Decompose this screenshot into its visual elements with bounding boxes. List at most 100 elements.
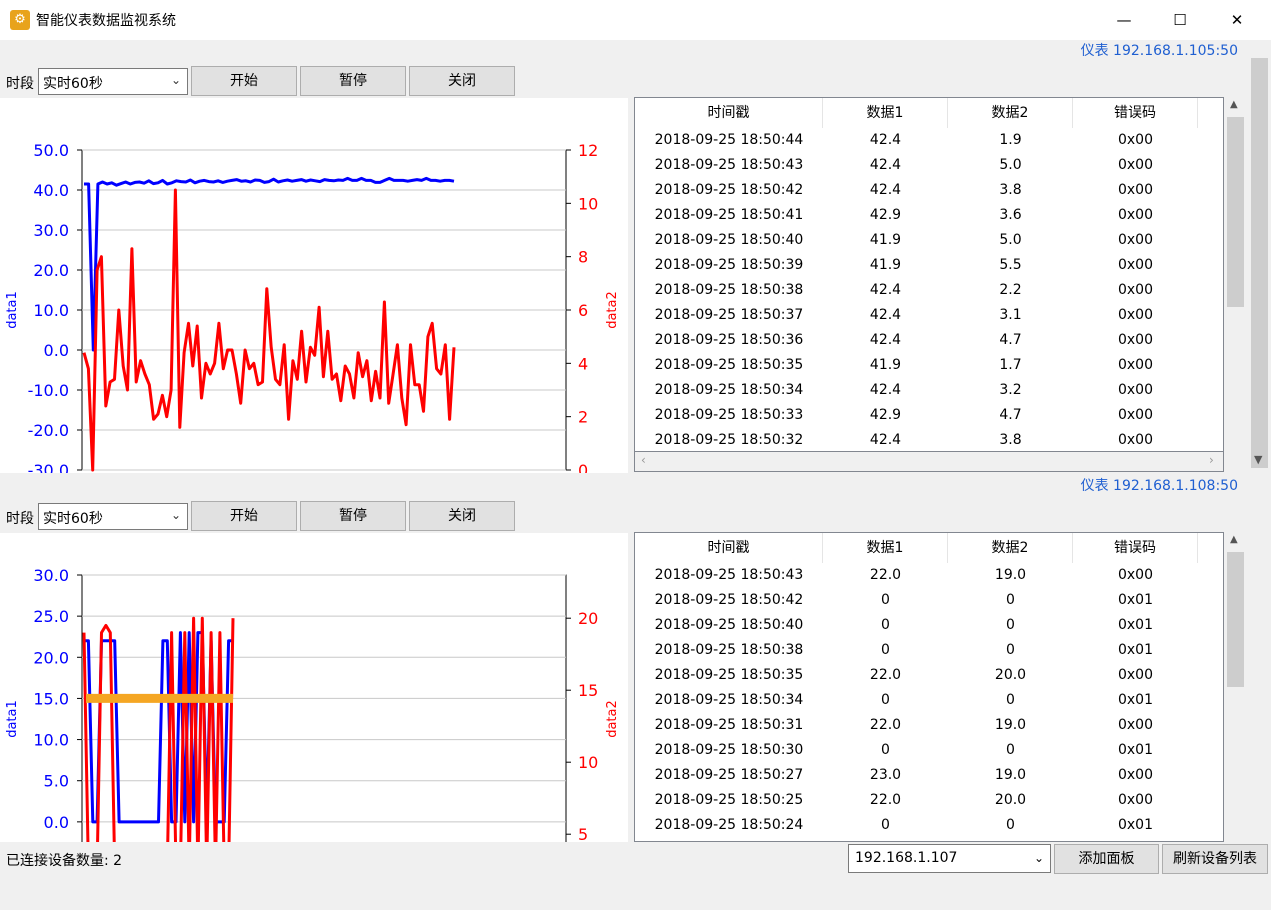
y-tick-label: 30.0 xyxy=(33,221,69,240)
period-value: 实时60秒 xyxy=(43,76,103,92)
table-row[interactable]: 2018-09-25 18:50:30 0 0 0x01 xyxy=(635,738,1223,763)
table-row[interactable]: 2018-09-25 18:50:39 41.9 5.5 0x00 xyxy=(635,253,1223,278)
column-header[interactable]: 数据2 xyxy=(948,98,1073,128)
table-cell: 3.6 xyxy=(999,207,1022,223)
table-cell: 42.4 xyxy=(869,432,902,448)
y-tick-label: 20.0 xyxy=(33,261,69,280)
table-row[interactable]: 2018-09-25 18:50:40 0 0 0x01 xyxy=(635,613,1223,638)
table-cell: 2018-09-25 18:50:34 xyxy=(654,692,804,708)
table-cell: 0x00 xyxy=(1117,667,1153,683)
table-cell: 0 xyxy=(881,642,890,658)
scrollbar-thumb[interactable] xyxy=(1251,58,1268,468)
pause-button[interactable]: 暂停 xyxy=(300,66,406,96)
table-cell: 22.0 xyxy=(869,717,902,733)
table-cell: 1.7 xyxy=(999,357,1022,373)
table-row[interactable]: 2018-09-25 18:50:43 22.0 19.0 0x00 xyxy=(635,563,1223,588)
table-cell: 0 xyxy=(1006,817,1015,833)
column-header[interactable]: 数据1 xyxy=(823,533,948,563)
column-header[interactable]: 错误码 xyxy=(1073,98,1198,128)
chevron-down-icon: ⌄ xyxy=(1033,851,1044,865)
chevron-up-icon[interactable]: ▲ xyxy=(1230,534,1238,545)
close-panel-button[interactable]: 关闭 xyxy=(409,501,515,531)
table-row[interactable]: 2018-09-25 18:50:44 42.4 1.9 0x00 xyxy=(635,128,1223,153)
table-row[interactable]: 2018-09-25 18:50:25 22.0 20.0 0x00 xyxy=(635,788,1223,813)
table-cell: 3.2 xyxy=(999,382,1022,398)
close-panel-button[interactable]: 关闭 xyxy=(409,66,515,96)
device-ip-select[interactable]: 192.168.1.107 ⌄ xyxy=(848,844,1051,873)
table-cell: 0 xyxy=(1006,642,1015,658)
table-row[interactable]: 2018-09-25 18:50:38 0 0 0x01 xyxy=(635,638,1223,663)
table-cell: 2018-09-25 18:50:42 xyxy=(654,182,804,198)
table-row[interactable]: 2018-09-25 18:50:34 0 0 0x01 xyxy=(635,688,1223,713)
period-select[interactable]: 实时60秒 ⌄ xyxy=(38,503,188,530)
y-tick-label: 0.0 xyxy=(44,341,69,360)
horizontal-scrollbar[interactable]: ‹ › xyxy=(634,452,1224,472)
table-row[interactable]: 2018-09-25 18:50:37 42.4 3.1 0x00 xyxy=(635,303,1223,328)
table-row[interactable]: 2018-09-25 18:50:38 42.4 2.2 0x00 xyxy=(635,278,1223,303)
connected-count: 已连接设备数量: 2 xyxy=(6,853,123,869)
column-header[interactable]: 时间戳 xyxy=(635,533,823,563)
table-row[interactable]: 2018-09-25 18:50:35 22.0 20.0 0x00 xyxy=(635,663,1223,688)
table-cell: 2018-09-25 18:50:32 xyxy=(654,432,804,448)
start-button[interactable]: 开始 xyxy=(191,66,297,96)
table-cell: 2018-09-25 18:50:42 xyxy=(654,592,804,608)
column-header[interactable]: 数据2 xyxy=(948,533,1073,563)
chart-area: 50.0 40.0 30.0 20.0 10.0 0.0 -10.0 -20.0 -30.0 12… xyxy=(0,98,628,473)
table-row[interactable]: 2018-09-25 18:50:42 42.4 3.8 0x00 xyxy=(635,178,1223,203)
table-cell: 20.0 xyxy=(994,792,1027,808)
table-cell: 0x00 xyxy=(1117,257,1153,273)
table-cell: 23.0 xyxy=(869,767,902,783)
maximize-button[interactable]: ☐ xyxy=(1157,0,1203,40)
scrollbar-thumb[interactable] xyxy=(1227,552,1244,687)
chevron-up-icon[interactable]: ▲ xyxy=(1230,99,1238,110)
chevron-left-icon[interactable]: ‹ xyxy=(641,453,646,467)
data-table[interactable]: 时间戳 数据1 数据2 错误码 2018-09-25 18:50:43 22.0 19.0 0… xyxy=(634,532,1224,842)
table-cell: 0x00 xyxy=(1117,792,1153,808)
start-button[interactable]: 开始 xyxy=(191,501,297,531)
table-row[interactable]: 2018-09-25 18:50:24 0 0 0x01 xyxy=(635,813,1223,838)
table-row[interactable]: 2018-09-25 18:50:31 22.0 19.0 0x00 xyxy=(635,713,1223,738)
y-tick-label: 10.0 xyxy=(33,731,69,750)
table-cell: 2018-09-25 18:50:33 xyxy=(654,407,804,423)
table-row[interactable]: 2018-09-25 18:50:33 42.9 4.7 0x00 xyxy=(635,403,1223,428)
chevron-right-icon[interactable]: › xyxy=(1209,453,1214,467)
data-table[interactable]: 时间戳 数据1 数据2 错误码 2018-09-25 18:50:44 42.4 1.9 0x… xyxy=(634,97,1224,452)
table-cell: 0x00 xyxy=(1117,332,1153,348)
table-row[interactable]: 2018-09-25 18:50:43 42.4 5.0 0x00 xyxy=(635,153,1223,178)
table-cell: 42.4 xyxy=(869,332,902,348)
chevron-down-icon[interactable]: ▼ xyxy=(1254,453,1262,466)
table-cell: 42.4 xyxy=(869,282,902,298)
scrollbar-thumb[interactable] xyxy=(1227,117,1244,307)
add-panel-button[interactable]: 添加面板 xyxy=(1054,844,1159,874)
table-vertical-scrollbar[interactable]: ▲ xyxy=(1224,532,1247,842)
y-tick-label: 15.0 xyxy=(33,689,69,708)
table-cell: 4.7 xyxy=(999,332,1022,348)
table-row[interactable]: 2018-09-25 18:50:40 41.9 5.0 0x00 xyxy=(635,228,1223,253)
y-tick-label: 10.0 xyxy=(33,301,69,320)
column-header[interactable]: 数据1 xyxy=(823,98,948,128)
y2-tick-label: 15 xyxy=(578,681,598,700)
column-header[interactable]: 错误码 xyxy=(1073,533,1198,563)
table-row[interactable]: 2018-09-25 18:50:41 42.9 3.6 0x00 xyxy=(635,203,1223,228)
table-row[interactable]: 2018-09-25 18:50:32 42.4 3.8 0x00 xyxy=(635,428,1223,451)
pause-button[interactable]: 暂停 xyxy=(300,501,406,531)
status-bar: 已连接设备数量: 2 192.168.1.107 ⌄ 添加面板 刷新设备列表 xyxy=(0,842,1271,876)
column-header[interactable]: 时间戳 xyxy=(635,98,823,128)
table-row[interactable]: 2018-09-25 18:50:36 42.4 4.7 0x00 xyxy=(635,328,1223,353)
line-chart: 50.0 40.0 30.0 20.0 10.0 0.0 -10.0 -20.0 -30.0 12… xyxy=(5,141,620,473)
table-vertical-scrollbar[interactable]: ▲ xyxy=(1224,97,1247,452)
table-row[interactable]: 2018-09-25 18:50:27 23.0 19.0 0x00 xyxy=(635,763,1223,788)
table-cell: 41.9 xyxy=(869,357,902,373)
table-row[interactable]: 2018-09-25 18:50:35 41.9 1.7 0x00 xyxy=(635,353,1223,378)
vertical-scrollbar[interactable]: ▲ ▼ xyxy=(1248,40,1271,842)
period-select[interactable]: 实时60秒 ⌄ xyxy=(38,68,188,95)
refresh-device-list-button[interactable]: 刷新设备列表 xyxy=(1162,844,1268,874)
table-row[interactable]: 2018-09-25 18:50:42 0 0 0x01 xyxy=(635,588,1223,613)
y2-tick-label: 20 xyxy=(578,609,598,628)
table-row[interactable]: 2018-09-25 18:50:34 42.4 3.2 0x00 xyxy=(635,378,1223,403)
minimize-button[interactable]: — xyxy=(1101,0,1147,40)
close-window-button[interactable]: ✕ xyxy=(1214,0,1260,40)
table-cell: 42.4 xyxy=(869,307,902,323)
table-cell: 2018-09-25 18:50:40 xyxy=(654,232,804,248)
table-cell: 1.9 xyxy=(999,132,1022,148)
